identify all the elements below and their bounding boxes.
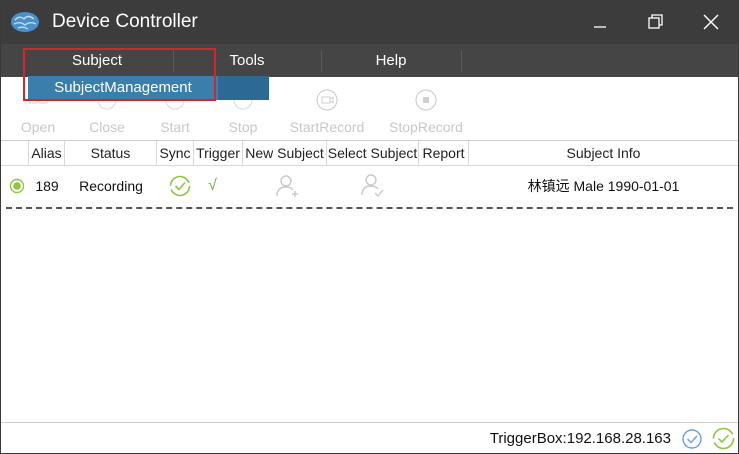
stop-record-label: StopRecord: [389, 119, 463, 135]
open-label: Open: [20, 119, 56, 135]
column-header-alias[interactable]: Alias: [29, 141, 65, 165]
subject-info-cell: 林镇远 Male 1990-01-01: [527, 178, 680, 194]
close-icon: [703, 14, 719, 30]
column-header-sync[interactable]: Sync: [157, 141, 194, 165]
alias-cell: 189: [35, 178, 59, 194]
table-header: Alias Status Sync Trigger New Subject Se…: [1, 141, 738, 166]
menu-help[interactable]: Help: [321, 44, 461, 77]
sync-status-icon: [712, 427, 735, 450]
column-header-subject-info[interactable]: Subject Info: [469, 141, 738, 165]
stop-record-icon: [415, 89, 437, 111]
title-bar: Device Controller: [1, 1, 738, 44]
add-user-icon: [276, 175, 298, 197]
select-user-icon: [361, 174, 384, 198]
row-separator: [6, 207, 733, 209]
start-label: Start: [160, 119, 190, 135]
app-window: Device Controller Subject Tools Help Ope…: [0, 0, 739, 454]
menu-divider: [461, 50, 462, 72]
trigger-cell: √: [208, 177, 217, 194]
window-title: Device Controller: [52, 11, 198, 32]
record-icon: [316, 89, 338, 111]
restore-button[interactable]: [632, 1, 678, 44]
column-header-select-subject[interactable]: Select Subject: [327, 141, 419, 165]
column-header-status[interactable]: Status: [65, 141, 157, 165]
column-header-report[interactable]: Report: [419, 141, 469, 165]
stop-label: Stop: [228, 119, 258, 135]
start-record-button[interactable]: StartRecord: [285, 77, 369, 139]
column-header-select: [1, 141, 29, 165]
report-cell: [419, 166, 469, 206]
select-subject-cell[interactable]: [327, 166, 419, 206]
triggerbox-status: TriggerBox:192.168.28.163: [489, 430, 671, 447]
minimize-icon: [594, 26, 606, 28]
subject-menu-highlight: [23, 48, 216, 101]
row-select-radio[interactable]: [7, 166, 27, 206]
status-bar: TriggerBox:192.168.28.163: [1, 422, 738, 453]
column-header-trigger[interactable]: Trigger: [194, 141, 243, 165]
table-row[interactable]: 189 Recording √ 林镇远 Male 1990-01-01: [1, 166, 738, 206]
restore-icon: [648, 14, 663, 29]
brain-icon: [11, 12, 39, 32]
radio-selected-icon: [9, 178, 25, 194]
start-record-label: StartRecord: [289, 119, 365, 135]
new-subject-cell[interactable]: [243, 166, 327, 206]
stop-record-button[interactable]: StopRecord: [385, 77, 467, 139]
minimize-button[interactable]: [577, 1, 623, 44]
close-label: Close: [89, 119, 125, 135]
close-button[interactable]: [687, 1, 733, 44]
device-table: Alias Status Sync Trigger New Subject Se…: [1, 140, 738, 423]
check-circle-icon: [682, 429, 702, 449]
column-header-new-subject[interactable]: New Subject: [243, 141, 327, 165]
status-cell: Recording: [79, 178, 143, 194]
